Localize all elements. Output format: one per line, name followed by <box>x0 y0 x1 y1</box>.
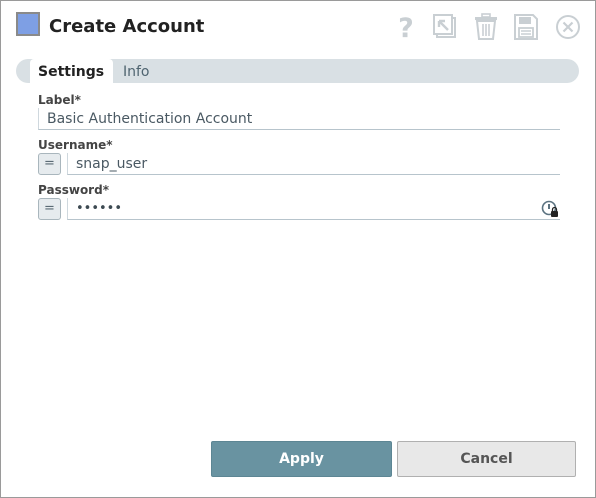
create-account-dialog: Create Account ? Settings Info Label* Ba… <box>0 0 596 498</box>
tab-info[interactable]: Info <box>123 63 150 81</box>
export-icon[interactable] <box>432 13 458 41</box>
delete-icon[interactable] <box>473 13 499 41</box>
apply-button[interactable]: Apply <box>211 441 392 477</box>
label-field-label: Label* <box>38 93 81 107</box>
help-icon[interactable]: ? <box>394 13 418 41</box>
password-expression-toggle[interactable]: = <box>38 198 61 220</box>
username-field-label: Username* <box>38 138 113 152</box>
close-icon[interactable] <box>555 13 581 41</box>
username-input[interactable]: snap_user <box>67 153 560 175</box>
cancel-button[interactable]: Cancel <box>397 441 576 477</box>
tab-settings-label[interactable]: Settings <box>38 63 104 81</box>
password-lock-icon[interactable] <box>541 200 559 218</box>
username-expression-toggle[interactable]: = <box>38 153 61 175</box>
password-field-label: Password* <box>38 183 109 197</box>
label-input[interactable]: Basic Authentication Account <box>38 108 560 130</box>
dialog-title: Create Account <box>49 16 205 37</box>
password-input[interactable]: •••••• <box>67 198 560 220</box>
save-icon[interactable] <box>513 13 539 41</box>
svg-text:?: ? <box>398 13 414 41</box>
account-type-icon <box>16 12 40 36</box>
